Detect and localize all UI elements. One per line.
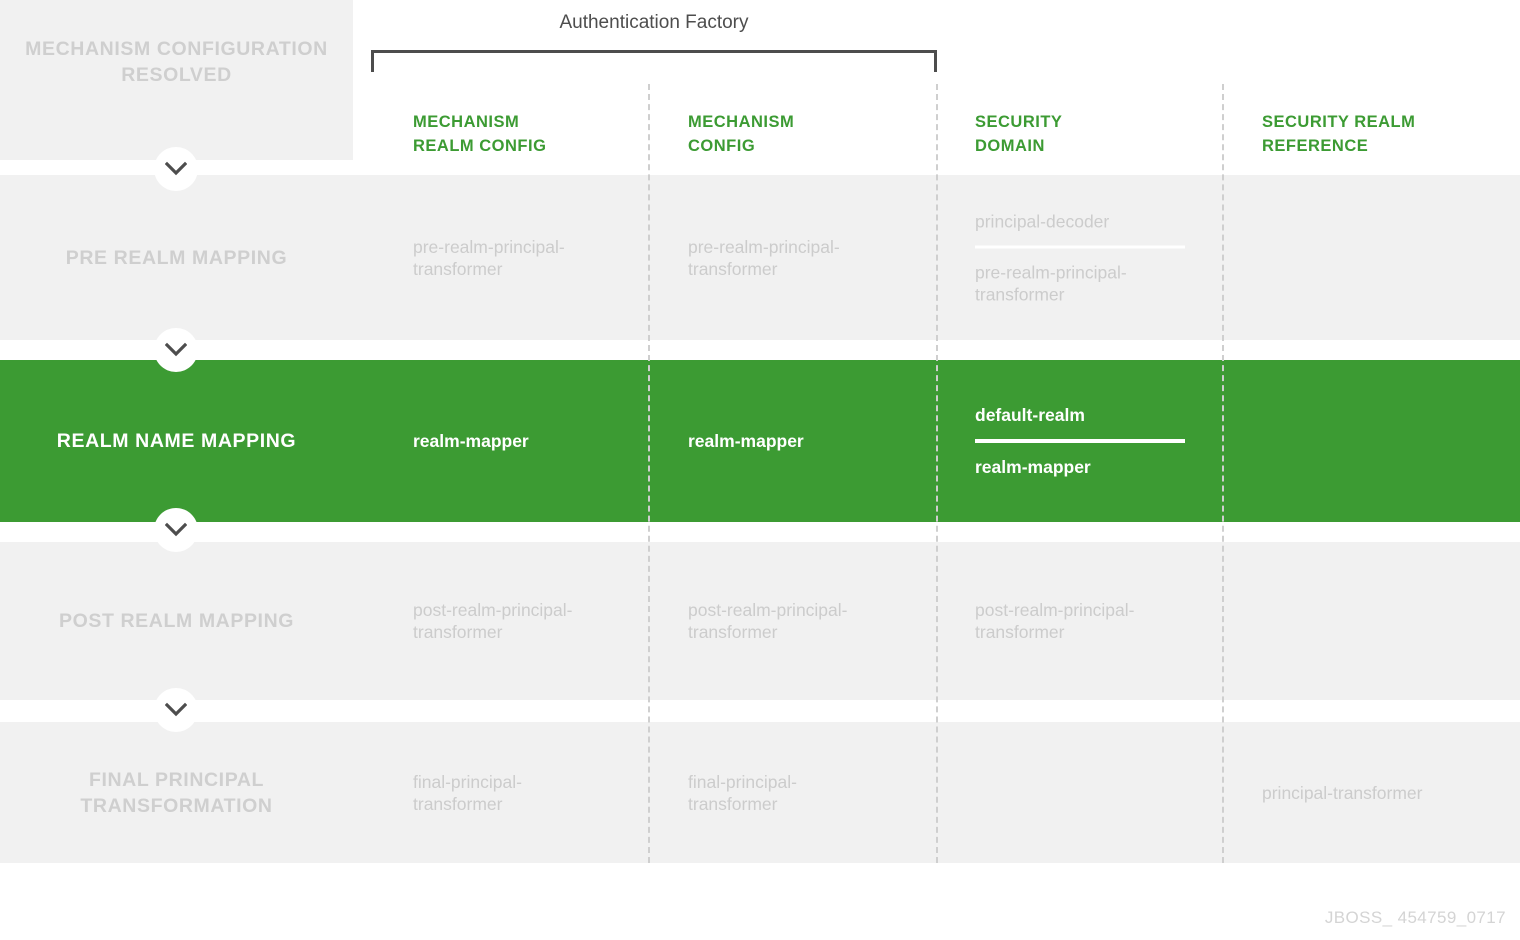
cell-post-security-domain: post-realm-principal- transformer	[975, 600, 1135, 642]
cell-final-mechanism-realm-config: final-principal- transformer	[413, 771, 522, 814]
row-realm-name-mapping: REALM NAME MAPPING realm-mapper realm-ma…	[0, 360, 1520, 522]
cell-divider-rule	[975, 439, 1185, 443]
cell-final-security-realm-reference: principal-transformer	[1262, 782, 1423, 803]
row-post-realm-mapping: POST REALM MAPPING post-realm-principal-…	[0, 542, 1520, 700]
chevron-down-icon	[154, 688, 198, 732]
row-final-principal-transformation: FINAL PRINCIPAL TRANSFORMATION final-pri…	[0, 722, 1520, 863]
cell-realm-security-domain: default-realm realm-mapper	[975, 404, 1185, 478]
chevron-down-icon	[154, 147, 198, 191]
column-header-security-realm-reference: SECURITY REALM REFERENCE	[1262, 113, 1416, 155]
cell-divider-rule	[975, 245, 1185, 248]
column-separator-1	[648, 84, 650, 863]
column-separator-3	[1222, 84, 1224, 863]
column-header-security-domain: SECURITY DOMAIN	[975, 113, 1063, 155]
cell-pre-security-domain-bottom: pre-realm-principal- transformer	[975, 262, 1127, 304]
chevron-down-icon	[154, 328, 198, 372]
row-label-post-realm-mapping: POST REALM MAPPING	[58, 610, 295, 632]
row-label-pre-realm-mapping: PRE REALM MAPPING	[65, 246, 288, 269]
cell-pre-security-domain: principal-decoder pre-realm-principal- t…	[975, 210, 1185, 305]
chevron-down-icon	[154, 508, 198, 552]
cell-pre-mechanism-config: pre-realm-principal- transformer	[688, 236, 840, 279]
row-pre-realm-mapping: PRE REALM MAPPING pre-realm-principal- t…	[0, 175, 1520, 340]
authentication-factory-bracket	[371, 50, 937, 72]
cell-pre-security-domain-top: principal-decoder	[975, 211, 1110, 231]
cell-final-mechanism-config: final-principal- transformer	[688, 771, 797, 814]
cell-realm-mechanism-realm-config: realm-mapper	[413, 431, 529, 451]
cell-post-mechanism-realm-config: post-realm-principal- transformer	[413, 600, 573, 642]
cell-post-mechanism-config: post-realm-principal- transformer	[688, 600, 848, 642]
cell-realm-security-domain-top: default-realm	[975, 405, 1085, 425]
cell-pre-mechanism-realm-config: pre-realm-principal- transformer	[413, 236, 565, 279]
authentication-factory-title: Authentication Factory	[559, 12, 749, 33]
stage-header-label: MECHANISM CONFIGURATION RESOLVED	[25, 38, 328, 86]
diagram-canvas: MECHANISM CONFIGURATION RESOLVED Authent…	[0, 0, 1520, 940]
row-label-final-principal-transformation: FINAL PRINCIPAL TRANSFORMATION	[80, 768, 273, 817]
column-header-mechanism-config: MECHANISM CONFIG	[688, 113, 795, 155]
cell-realm-security-domain-bottom: realm-mapper	[975, 457, 1091, 477]
row-label-realm-name-mapping: REALM NAME MAPPING	[56, 430, 297, 452]
watermark-label: JBOSS_ 454759_0717	[1324, 908, 1506, 927]
column-header-mechanism-realm-config: MECHANISM REALM CONFIG	[413, 113, 547, 155]
column-separator-2	[936, 84, 938, 863]
stage-header-block: MECHANISM CONFIGURATION RESOLVED	[0, 0, 353, 160]
cell-realm-mechanism-config: realm-mapper	[688, 431, 804, 451]
